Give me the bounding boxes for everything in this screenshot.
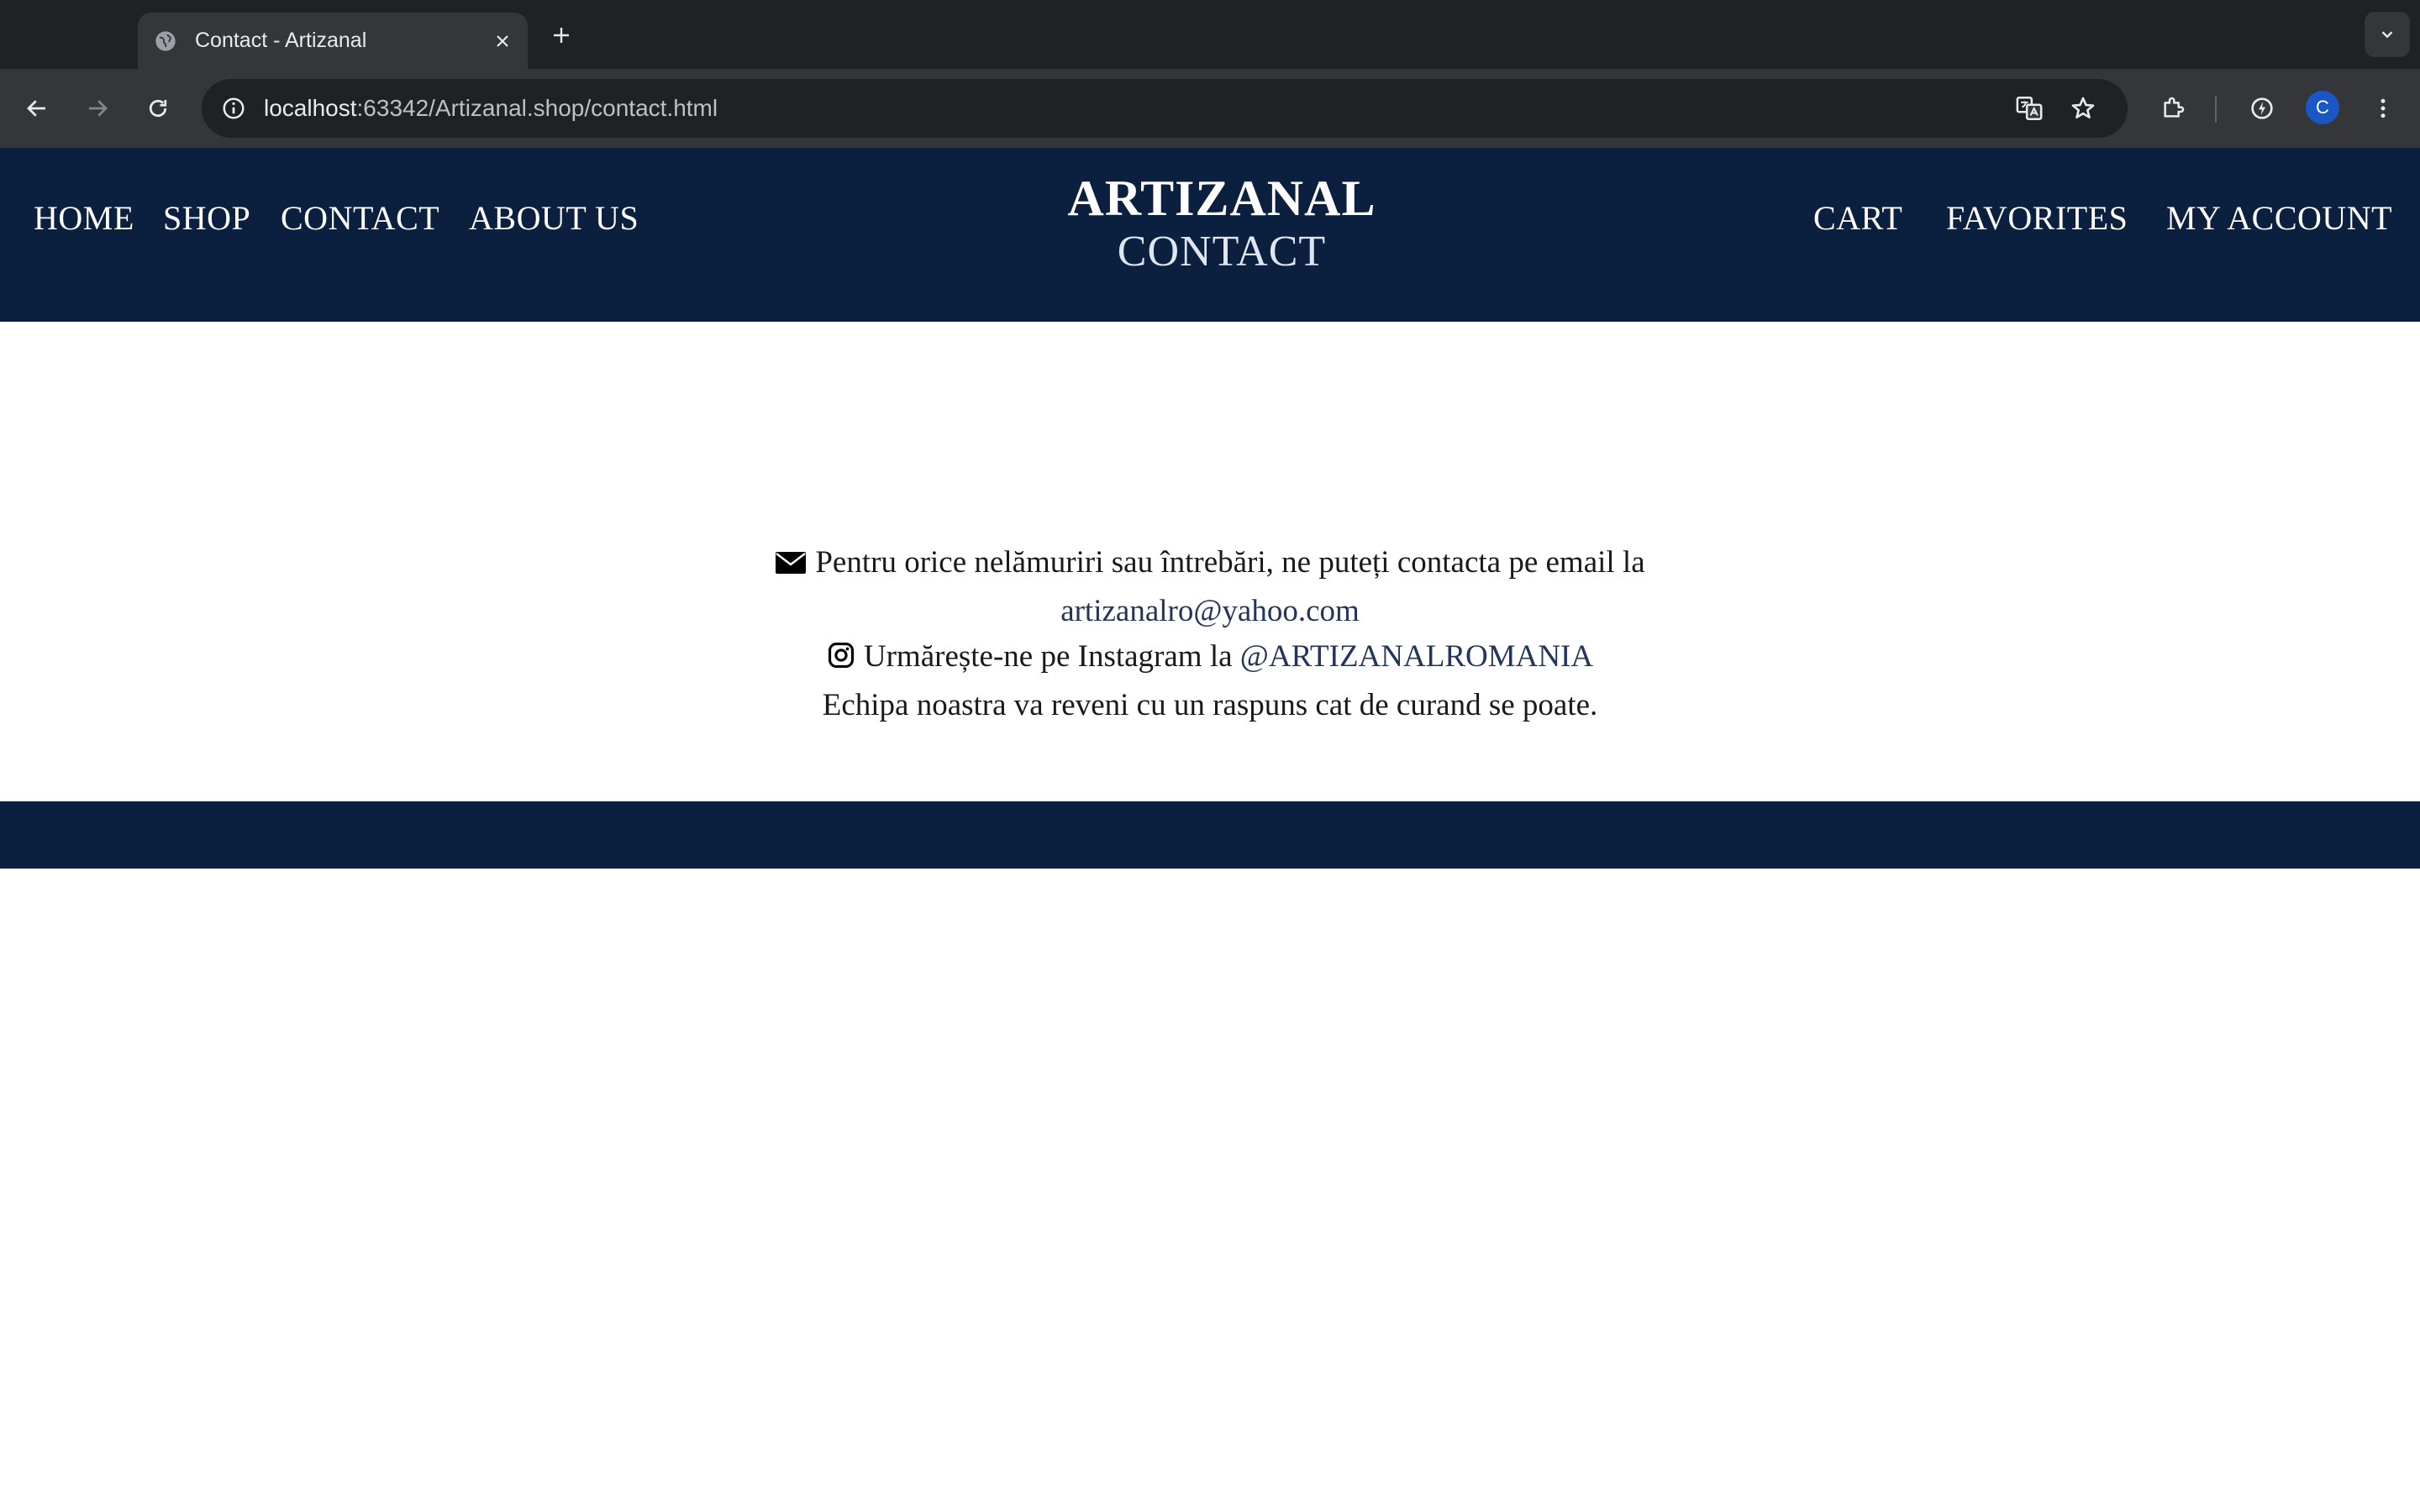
email-line: Pentru orice nelămuriri sau întrebări, n… [0, 540, 2420, 589]
tab-search-chevron-icon[interactable] [2365, 12, 2410, 57]
performance-icon[interactable] [2242, 88, 2282, 129]
nav-favorites-link[interactable]: FAVORITES [1946, 198, 2128, 238]
nav-cart-link[interactable]: CART [1813, 198, 1902, 238]
instagram-prompt-text: Urmărește-ne pe Instagram la [863, 639, 1233, 674]
brand-block: ARTIZANAL CONTACT [975, 170, 1469, 277]
close-tab-icon[interactable] [486, 24, 519, 58]
new-tab-icon[interactable] [543, 17, 580, 54]
browser-tab-title: Contact - Artizanal [195, 29, 367, 52]
nav-my-account-link[interactable]: MY ACCOUNT [2166, 198, 2392, 238]
instagram-line: Urmărește-ne pe Instagram la @ARTIZANALR… [0, 634, 2420, 683]
reload-icon[interactable] [138, 88, 178, 129]
back-arrow-icon[interactable] [17, 88, 57, 129]
bookmark-star-icon[interactable] [2065, 91, 2101, 126]
email-prompt-text: Pentru orice nelămuriri sau întrebări, n… [815, 545, 1645, 580]
kebab-menu-icon[interactable] [2363, 88, 2403, 129]
address-bar[interactable]: localhost:63342/Artizanal.shop/contact.h… [202, 79, 2128, 138]
profile-avatar[interactable]: C [2306, 91, 2339, 124]
translate-icon[interactable] [2012, 91, 2047, 126]
brand-logo-text[interactable]: ARTIZANAL [975, 170, 1469, 227]
page-title: CONTACT [1117, 228, 1327, 276]
url-text[interactable]: localhost:63342/Artizanal.shop/contact.h… [264, 79, 718, 138]
email-address-line: artizanalro@yahoo.com [0, 589, 2420, 634]
email-link[interactable]: artizanalro@yahoo.com [1060, 594, 1360, 628]
browser-tab-active[interactable]: Contact - Artizanal [138, 13, 528, 69]
nav-about-link[interactable]: ABOUT US [469, 198, 639, 238]
contact-info: Pentru orice nelămuriri sau întrebări, n… [0, 540, 2420, 728]
browser-tab-strip: Contact - Artizanal [0, 0, 2420, 69]
url-host: localhost [264, 95, 357, 121]
forward-arrow-icon[interactable] [77, 88, 118, 129]
instagram-icon [827, 638, 855, 683]
toolbar-separator [2215, 96, 2217, 123]
nav-home-link[interactable]: HOME [34, 198, 134, 238]
globe-icon [153, 29, 178, 54]
url-path: :63342/Artizanal.shop/contact.html [356, 95, 718, 121]
site-footer [0, 801, 2420, 869]
browser-toolbar: localhost:63342/Artizanal.shop/contact.h… [0, 69, 2420, 148]
reply-note: Echipa noastra va reveni cu un raspuns c… [822, 688, 1598, 722]
contact-content: Pentru orice nelămuriri sau întrebări, n… [0, 322, 2420, 801]
nav-shop-link[interactable]: SHOP [163, 198, 250, 238]
extensions-puzzle-icon[interactable] [2153, 88, 2193, 129]
envelope-icon [775, 543, 807, 589]
site-header: HOME SHOP CONTACT ABOUT US ARTIZANAL CON… [0, 148, 2420, 322]
nav-contact-link[interactable]: CONTACT [281, 198, 439, 238]
instagram-handle-link[interactable]: @ARTIZANALROMANIA [1240, 639, 1593, 674]
site-info-icon[interactable] [213, 88, 254, 129]
